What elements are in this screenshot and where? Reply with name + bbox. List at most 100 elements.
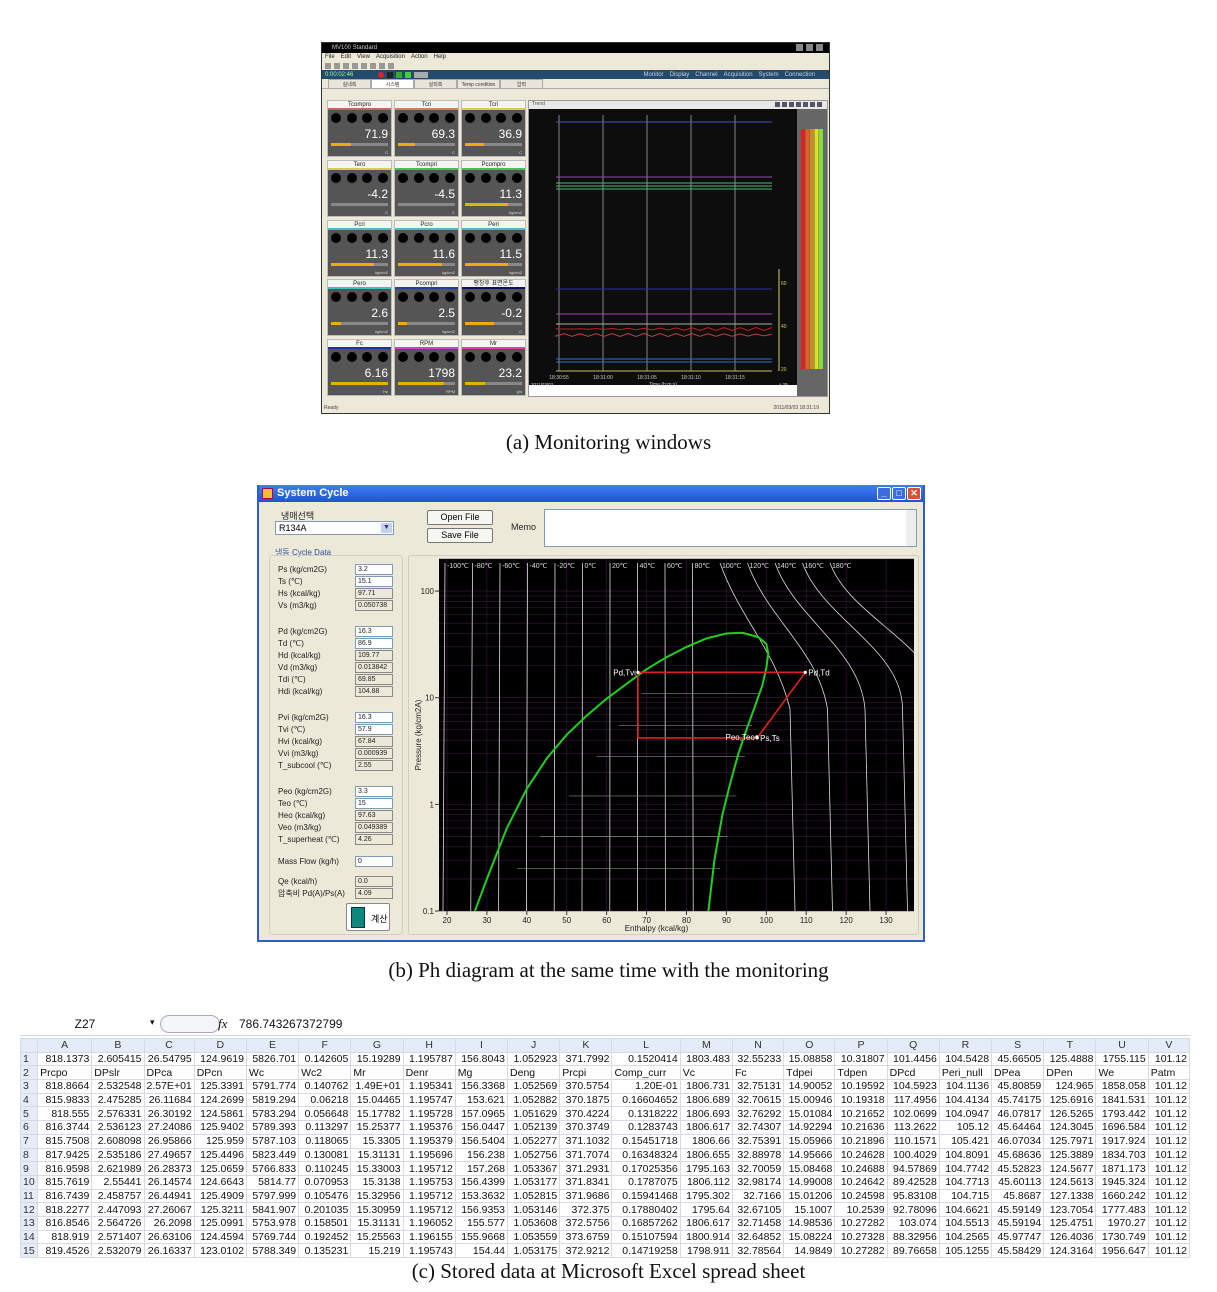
cell[interactable]: 125.0659 [193, 1161, 247, 1176]
cell[interactable]: 101.4456 [886, 1051, 940, 1067]
cell[interactable]: 1660.242 [1095, 1188, 1149, 1204]
cell[interactable]: 5797.999 [245, 1188, 300, 1204]
cell[interactable]: 2.535186 [91, 1147, 145, 1163]
cell[interactable]: 94.57869 [886, 1161, 940, 1176]
cell[interactable]: 124.4594 [193, 1229, 247, 1245]
cell[interactable]: 1806.693 [679, 1106, 733, 1122]
cell[interactable]: 26.95866 [143, 1133, 195, 1149]
cell[interactable]: 15.00946 [783, 1092, 836, 1108]
nav-system[interactable]: System [759, 72, 779, 78]
minimize-button[interactable] [796, 44, 803, 51]
cell[interactable]: 1.053559 [507, 1229, 561, 1245]
cell[interactable]: 125.6916 [1043, 1092, 1097, 1108]
zoom-out-icon[interactable] [789, 102, 794, 107]
cell[interactable]: 1858.058 [1095, 1079, 1149, 1094]
cell[interactable]: 2.57E+01 [143, 1079, 195, 1094]
cell[interactable]: 15.05966 [783, 1133, 836, 1149]
cell[interactable]: 101.12 [1147, 1147, 1191, 1163]
cell[interactable]: 1.49E+01 [350, 1079, 404, 1094]
play-icon[interactable] [405, 71, 412, 78]
cell[interactable]: 1.195787 [402, 1051, 456, 1067]
column-header[interactable]: T [1043, 1038, 1097, 1053]
cell[interactable]: Deng [507, 1065, 561, 1081]
cell[interactable]: 1.195743 [402, 1243, 456, 1258]
cell[interactable]: 1800.914 [679, 1229, 733, 1245]
cell[interactable]: 5789.393 [245, 1120, 300, 1135]
cell[interactable]: 0.16604652 [611, 1092, 681, 1108]
nav-connection[interactable]: Connection [785, 72, 815, 78]
row-header[interactable]: 15 [19, 1243, 39, 1258]
cell[interactable]: 127.1338 [1043, 1188, 1097, 1204]
cell[interactable]: 0.135231 [298, 1243, 352, 1258]
cell[interactable]: 370.4224 [559, 1106, 613, 1122]
cell[interactable]: 15.30959 [350, 1202, 404, 1217]
cell[interactable]: 32.88978 [731, 1147, 785, 1163]
cell[interactable]: 1798.911 [679, 1243, 733, 1258]
cell[interactable]: 1.053367 [507, 1161, 561, 1176]
cell[interactable]: 0.201035 [298, 1202, 352, 1217]
cell[interactable]: 14.98536 [783, 1215, 836, 1231]
cell[interactable]: 15.08858 [783, 1051, 836, 1067]
cell[interactable]: 0.113297 [298, 1120, 352, 1135]
cell[interactable]: 10.21652 [834, 1106, 888, 1122]
cell[interactable]: 1.052277 [507, 1133, 561, 1149]
cell[interactable]: 1795.302 [679, 1188, 733, 1204]
cell[interactable]: 10.24688 [834, 1161, 888, 1176]
cursor-icon[interactable] [775, 102, 780, 107]
row-header[interactable]: 1 [19, 1051, 39, 1067]
cell[interactable]: 124.3164 [1043, 1243, 1097, 1258]
cell[interactable]: 1.195712 [402, 1202, 456, 1217]
maximize-button[interactable] [806, 44, 813, 51]
new-icon[interactable] [325, 62, 331, 69]
row-header[interactable]: 9 [19, 1161, 39, 1176]
menu-file[interactable]: File [325, 53, 335, 61]
cell[interactable]: 815.9833 [37, 1092, 93, 1108]
cell[interactable]: 0.17025356 [611, 1161, 681, 1176]
menu-help[interactable]: Help [434, 53, 446, 61]
refrigerant-select[interactable]: R134A ▼ [275, 521, 394, 535]
cell[interactable]: 1.053175 [507, 1243, 561, 1258]
formula-input[interactable]: 786.743267372799 [239, 1017, 342, 1031]
open-file-button[interactable]: Open File [427, 510, 493, 525]
nav-display[interactable]: Display [670, 72, 690, 78]
cell[interactable]: 26.16337 [143, 1243, 195, 1258]
cell[interactable]: 5814.77 [245, 1174, 300, 1190]
cell[interactable]: 105.12 [938, 1120, 993, 1135]
cell[interactable]: 15.01084 [783, 1106, 836, 1122]
cell[interactable]: 5787.103 [245, 1133, 300, 1149]
cell[interactable]: 5823.449 [245, 1147, 300, 1163]
cell[interactable]: 0.15107594 [611, 1229, 681, 1245]
cell[interactable]: 1.052882 [507, 1092, 561, 1108]
cell[interactable]: 15.25377 [350, 1120, 404, 1135]
cell[interactable]: 26.44941 [143, 1188, 195, 1204]
cell[interactable]: 1945.324 [1095, 1174, 1149, 1190]
record-icon[interactable] [378, 71, 385, 78]
cell[interactable]: 0.15451718 [611, 1133, 681, 1149]
cell[interactable]: 101.12 [1147, 1120, 1191, 1135]
cell[interactable]: 816.8546 [37, 1215, 93, 1231]
bars-icon[interactable] [810, 102, 815, 107]
cell[interactable]: 46.07817 [991, 1106, 1045, 1122]
cell[interactable]: Vc [679, 1065, 733, 1081]
column-header[interactable]: S [991, 1038, 1045, 1053]
print-icon[interactable] [796, 102, 801, 107]
cell[interactable]: 126.5265 [1043, 1106, 1097, 1122]
cell[interactable]: 124.6643 [193, 1174, 247, 1190]
column-header[interactable]: I [454, 1038, 509, 1053]
cell[interactable]: 10.21896 [834, 1133, 888, 1149]
cell[interactable]: 2.55441 [91, 1174, 145, 1190]
cell[interactable]: We [1095, 1065, 1149, 1081]
cut-icon[interactable] [352, 62, 358, 69]
cell[interactable]: 101.12 [1147, 1092, 1191, 1108]
cell[interactable]: 124.965 [1043, 1079, 1097, 1094]
cell[interactable]: 5783.294 [245, 1106, 300, 1122]
cell[interactable]: Prcpi [559, 1065, 613, 1081]
cell[interactable]: 5826.701 [245, 1051, 300, 1067]
cell[interactable]: 0.1283743 [611, 1120, 681, 1135]
calculate-button[interactable]: 계산 [346, 903, 390, 931]
cell[interactable]: 0.192452 [298, 1229, 352, 1245]
cell[interactable]: 125.7971 [1043, 1133, 1097, 1149]
cell[interactable]: 14.92294 [783, 1120, 836, 1135]
cell[interactable]: 105.421 [938, 1133, 993, 1149]
cell[interactable]: 1806.655 [679, 1147, 733, 1163]
